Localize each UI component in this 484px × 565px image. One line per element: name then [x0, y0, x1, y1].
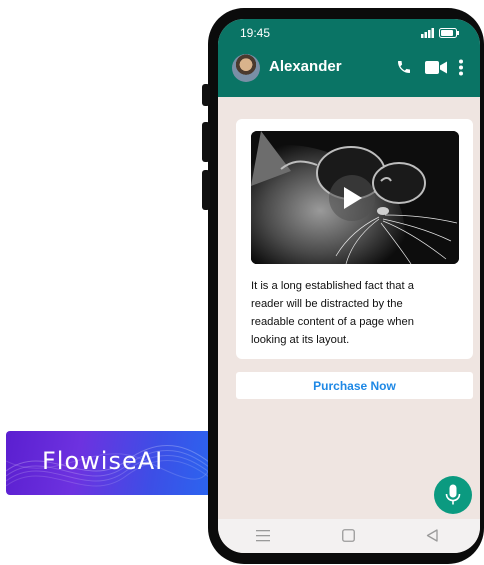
home-icon[interactable] — [342, 529, 355, 542]
flowiseai-logo-banner: FlowiseAI — [6, 431, 214, 495]
message-bubble: It is a long established fact that a rea… — [236, 119, 473, 359]
back-icon[interactable] — [426, 529, 438, 542]
video-thumbnail[interactable] — [251, 131, 459, 264]
play-button[interactable] — [329, 175, 375, 221]
phone-side-button — [202, 122, 210, 162]
phone-screen: 19:45 Alexander It is a long established… — [218, 19, 480, 553]
purchase-now-button[interactable]: Purchase Now — [236, 372, 473, 399]
phone-side-button — [202, 170, 210, 210]
play-icon — [344, 187, 362, 209]
menu-icon[interactable] — [256, 529, 270, 542]
status-bar: 19:45 — [218, 19, 480, 47]
avatar[interactable] — [232, 54, 260, 82]
signal-icon — [421, 28, 434, 38]
video-call-icon[interactable] — [425, 61, 447, 74]
microphone-icon — [445, 484, 461, 505]
chat-area: It is a long established fact that a rea… — [218, 97, 480, 487]
message-text: It is a long established fact that a rea… — [251, 280, 414, 346]
brand-name: FlowiseAI — [42, 447, 164, 475]
phone-side-button — [202, 84, 210, 106]
battery-icon — [439, 28, 459, 38]
phone-icon[interactable] — [396, 59, 412, 75]
microphone-button[interactable] — [434, 476, 472, 514]
contact-name[interactable]: Alexander — [269, 58, 342, 75]
status-time: 19:45 — [240, 26, 271, 40]
more-options-icon[interactable] — [458, 59, 464, 76]
chat-header: Alexander — [218, 47, 480, 97]
system-nav-bar — [218, 519, 480, 553]
